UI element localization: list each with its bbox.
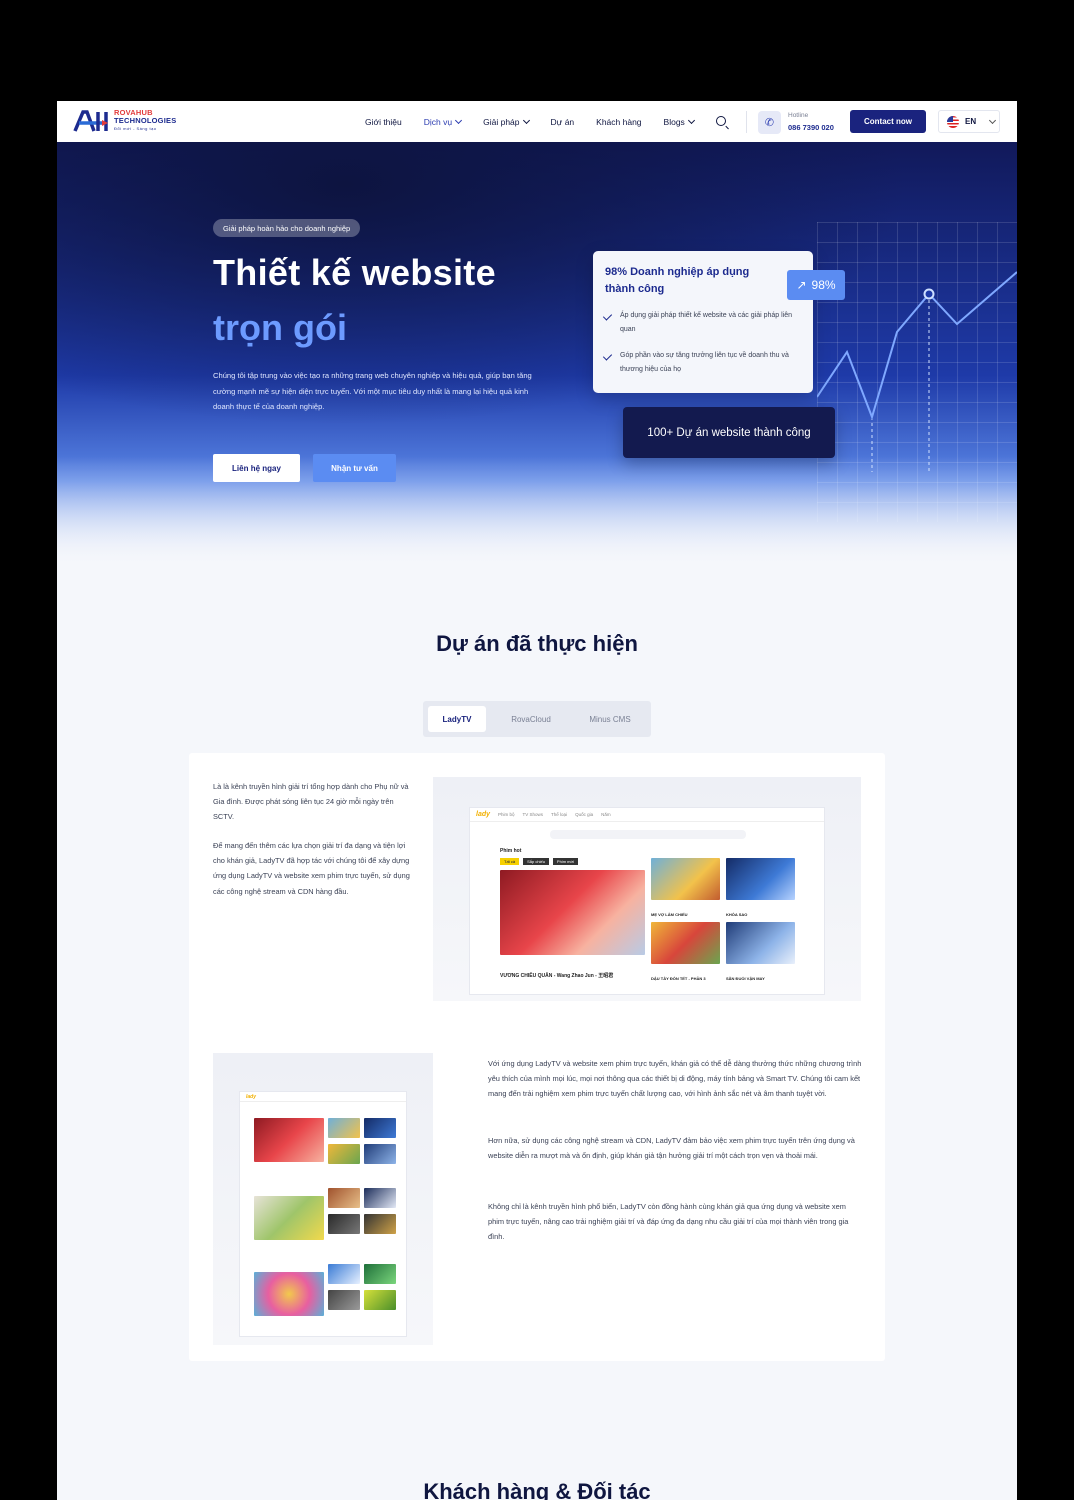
ladytv-page-mock: lady [239, 1091, 407, 1337]
nav-khach-hang[interactable]: Khách hàng [596, 117, 641, 127]
main-nav: Giới thiệu Dịch vụ Giải pháp Dự án Khách… [365, 101, 716, 142]
check-icon [602, 311, 613, 321]
language-selector[interactable]: EN [938, 110, 1000, 133]
project-tabs: LadyTV RovaCloud Minus CMS [423, 701, 651, 737]
tab-ladytv[interactable]: LadyTV [428, 706, 486, 732]
mock-thumbnail [726, 858, 795, 900]
hero-description: Chúng tôi tập trung vào việc tạo ra nhữn… [213, 371, 532, 411]
consult-button[interactable]: Nhận tư vấn [313, 454, 396, 482]
tab-minus-cms[interactable]: Minus CMS [576, 706, 644, 732]
nav-du-an[interactable]: Dự án [551, 117, 575, 127]
us-flag-icon [947, 115, 959, 128]
language-code: EN [965, 117, 977, 126]
hero-title-highlight: trọn gói [213, 307, 347, 348]
project-screenshot-desktop: lady Phim bộ TV Shows Thể loại Quốc gia … [433, 777, 861, 1001]
tab-rovacloud[interactable]: RovaCloud [486, 706, 576, 732]
stat-point: Áp dụng giải pháp thiết kế website và cá… [602, 309, 805, 337]
growth-chart-graphic [817, 271, 1017, 472]
chevron-down-icon [687, 116, 695, 124]
project-detail-3: Không chỉ là kênh truyền hình phổ biến, … [488, 1202, 849, 1242]
mock-featured-thumbnail [500, 870, 645, 955]
project-panel: Là là kênh truyền hình giải trí tổng hợp… [189, 753, 885, 1361]
site-header: ROVAHUB TECHNOLOGIES Đổi mới - Sáng tạo … [57, 101, 1017, 142]
project-intro-2: Để mang đến thêm các lựa chọn giải trí đ… [213, 841, 410, 896]
ladytv-website-mock: lady Phim bộ TV Shows Thể loại Quốc gia … [469, 807, 825, 995]
stat-pill: ↗ 98% [787, 270, 845, 300]
mock-search-bar [550, 830, 746, 839]
stat-card-title: 98% Doanh nghiệp áp dụng thành công [605, 266, 750, 295]
hero-title: Thiết kế website [213, 252, 496, 293]
mock-thumbnail [726, 922, 795, 964]
stat-point: Góp phần vào sự tăng trưởng liên tục về … [602, 349, 805, 377]
stat-card: 98% Doanh nghiệp áp dụng thành công Áp d… [593, 251, 813, 393]
logo-company: TECHNOLOGIES [114, 116, 177, 125]
chevron-down-icon [989, 116, 997, 124]
search-icon[interactable] [716, 116, 726, 126]
clients-partners-title: Khách hàng & Đối tác [423, 1479, 651, 1500]
project-intro: Là là kênh truyền hình giải trí tổng hợp… [213, 782, 409, 822]
hotline-number[interactable]: 086 7390 020 [788, 123, 834, 132]
phone-icon[interactable]: ✆ [758, 111, 781, 134]
chevron-down-icon [455, 116, 463, 124]
logo[interactable]: ROVAHUB TECHNOLOGIES Đổi mới - Sáng tạo [72, 109, 176, 133]
projects-title: Dự án đã thực hiện [436, 631, 638, 656]
logo-tagline: Đổi mới - Sáng tạo [114, 126, 157, 131]
check-icon [602, 351, 613, 361]
chevron-down-icon [522, 116, 530, 124]
contact-now-button[interactable]: Contact now [850, 110, 926, 133]
mock-section-title: Phim hot [500, 848, 522, 854]
project-detail-1: Với ứng dụng LadyTV và website xem phim … [488, 1059, 862, 1099]
project-detail-2: Hơn nữa, sử dụng các công nghệ stream và… [488, 1136, 855, 1161]
ladytv-logo: lady [476, 811, 491, 818]
arrow-up-right-icon: ↗ [796, 278, 807, 292]
nav-giai-phap[interactable]: Giải pháp [483, 116, 530, 127]
mock-thumbnail [651, 858, 720, 900]
divider [746, 111, 747, 133]
page: ROVAHUB TECHNOLOGIES Đổi mới - Sáng tạo … [57, 101, 1017, 1500]
nav-blogs[interactable]: Blogs [664, 116, 695, 127]
projects-count-card: 100+ Dự án website thành công [623, 407, 835, 458]
hero-section: Giải pháp hoàn hảo cho doanh nghiệp Thiế… [57, 142, 1017, 566]
nav-dich-vu[interactable]: Dịch vụ [424, 116, 463, 127]
project-screenshot-mobile: lady [213, 1053, 433, 1345]
mock-thumbnail [651, 922, 720, 964]
contact-button[interactable]: Liên hệ ngay [213, 454, 300, 482]
hotline-label: Hotline [788, 112, 809, 119]
nav-gioi-thieu[interactable]: Giới thiệu [365, 117, 402, 127]
logo-mark-icon [73, 110, 108, 132]
hero-badge: Giải pháp hoàn hảo cho doanh nghiệp [213, 219, 361, 237]
